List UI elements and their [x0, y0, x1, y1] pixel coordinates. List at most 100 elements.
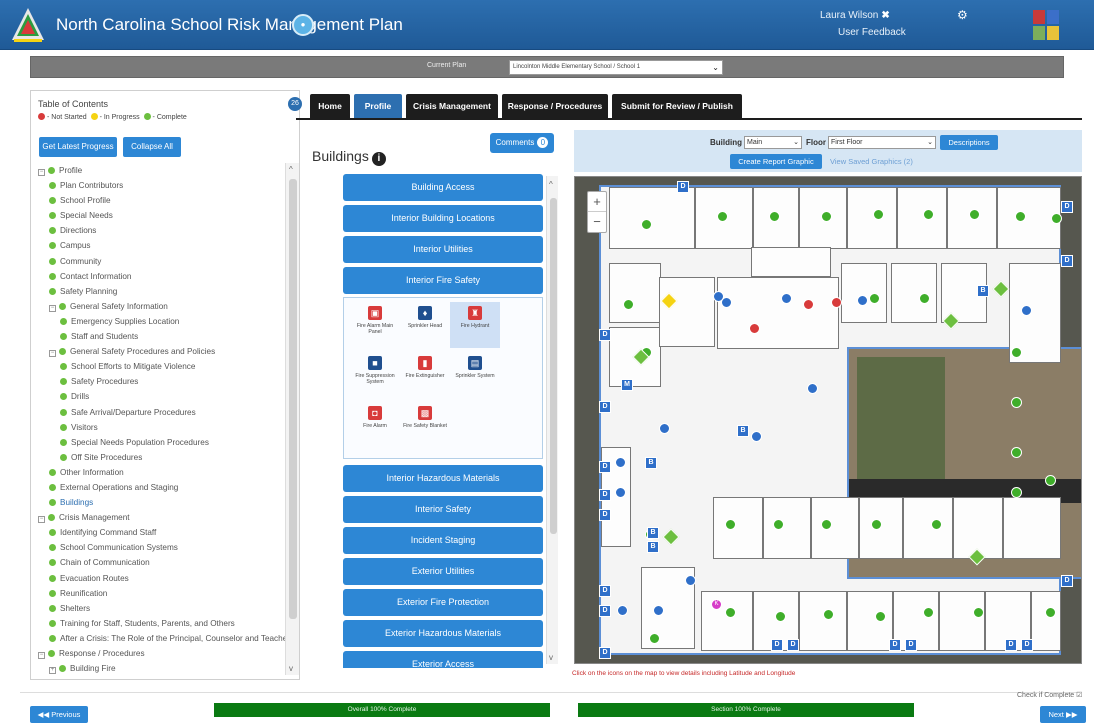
map-marker-hazard-icon[interactable] [803, 299, 814, 310]
map-marker-complete-icon[interactable] [641, 219, 652, 230]
sidebar-item[interactable]: − Response / Procedures [35, 646, 287, 661]
sidebar-item[interactable]: Safety Planning [35, 284, 287, 299]
map-marker-complete-icon[interactable] [973, 607, 984, 618]
sidebar-item[interactable]: Special Needs Population Procedures [35, 435, 287, 450]
logout-icon[interactable]: ✖ [881, 10, 889, 21]
sidebar-item[interactable]: Emergency Supplies Location [35, 314, 287, 329]
door-marker-icon[interactable]: D [599, 509, 611, 521]
check-if-complete[interactable]: Check if Complete ☑ [1017, 691, 1082, 699]
sidebar-item[interactable]: Drills [35, 389, 287, 404]
sidebar-item[interactable]: Visitors [35, 420, 287, 435]
expand-icon[interactable]: + [49, 667, 56, 675]
building-marker-icon[interactable]: B [645, 457, 657, 469]
sidebar-item[interactable]: Plan Contributors [35, 178, 287, 193]
map-marker-complete-icon[interactable] [923, 607, 934, 618]
map-marker-complete-icon[interactable] [769, 211, 780, 222]
map-marker-complete-icon[interactable] [919, 293, 930, 304]
sidebar-item[interactable]: Reunification [35, 586, 287, 601]
user-feedback-link[interactable]: User Feedback [838, 27, 906, 38]
door-marker-icon[interactable]: D [1005, 639, 1017, 651]
plan-select[interactable]: Lincolnton Middle Elementary School / Sc… [509, 60, 723, 75]
scroll-down-icon[interactable]: v [549, 653, 553, 662]
collapse-all-button[interactable]: Collapse All [123, 137, 181, 157]
map-marker-complete-icon[interactable] [1011, 397, 1022, 408]
map-marker-complete-icon[interactable] [775, 611, 786, 622]
sidebar-item[interactable]: Buildings [35, 495, 287, 510]
door-marker-icon[interactable]: D [599, 489, 611, 501]
door-marker-icon[interactable]: D [1061, 575, 1073, 587]
info-icon[interactable]: i [371, 152, 386, 166]
user-name[interactable]: Laura Wilson ✖ [820, 10, 890, 21]
door-marker-icon[interactable]: D [771, 639, 783, 651]
map-marker-diamond-icon[interactable] [992, 280, 1010, 298]
map-marker-hazard-icon[interactable] [749, 323, 760, 334]
map-marker-hazard-icon[interactable] [831, 297, 842, 308]
door-marker-icon[interactable]: D [677, 181, 689, 193]
zoom-in-button[interactable]: + [588, 192, 606, 212]
sidebar-item[interactable]: Identifying Command Staff [35, 525, 287, 540]
map-marker-complete-icon[interactable] [725, 519, 736, 530]
map-marker-complete-icon[interactable] [725, 607, 736, 618]
sidebar-item[interactable]: Chain of Communication [35, 555, 287, 570]
map-marker-complete-icon[interactable] [931, 519, 942, 530]
collapse-icon[interactable]: − [38, 516, 45, 524]
sidebar-item[interactable]: After a Crisis: The Role of the Principa… [35, 631, 287, 646]
sidebar-item[interactable]: School Efforts to Mitigate Violence [35, 359, 287, 374]
map-marker-complete-icon[interactable] [1051, 213, 1062, 224]
floor-select[interactable]: First Floor ⌄ [828, 136, 936, 149]
sidebar-item[interactable]: Training for Staff, Students, Parents, a… [35, 616, 287, 631]
map-marker-info-icon[interactable] [615, 457, 626, 468]
fire-safety-icon-option[interactable]: ▮ Fire Extinguisher [400, 352, 450, 398]
sidebar-item[interactable]: Staff and Students [35, 329, 287, 344]
scroll-up-icon[interactable]: ^ [549, 180, 553, 189]
sidebar-item[interactable]: Community [35, 254, 287, 269]
map-marker-info-icon[interactable] [653, 605, 664, 616]
fire-safety-icon-option[interactable]: ◘ Fire Alarm [350, 402, 400, 448]
gear-icon[interactable]: ⚙ [957, 8, 968, 22]
accordion-scroll-thumb[interactable] [550, 198, 557, 534]
fire-safety-icon-option[interactable]: ■ Fire Suppression System [350, 352, 400, 398]
fire-safety-icon-option[interactable]: ♜ Fire Hydrant [450, 302, 500, 348]
map-marker-complete-icon[interactable] [873, 209, 884, 220]
accordion-item[interactable]: Exterior Fire Protection [343, 589, 543, 616]
language-flags-icon[interactable] [1033, 10, 1059, 40]
map-marker-complete-icon[interactable] [1011, 487, 1022, 498]
door-marker-icon[interactable]: D [599, 585, 611, 597]
fire-safety-icon-option[interactable]: ▤ Sprinkler System [450, 352, 500, 398]
accordion-item[interactable]: Interior Safety [343, 496, 543, 523]
accordion-item[interactable]: Exterior Utilities [343, 558, 543, 585]
building-marker-icon[interactable]: B [977, 285, 989, 297]
map-marker-info-icon[interactable] [857, 295, 868, 306]
door-marker-icon[interactable]: D [599, 647, 611, 659]
map-marker-info-icon[interactable] [617, 605, 628, 616]
map-marker-info-icon[interactable] [659, 423, 670, 434]
sidebar-item[interactable]: + Building Fire [35, 661, 287, 676]
sidebar-item[interactable]: Shelters [35, 601, 287, 616]
sidebar-item[interactable]: − Crisis Management [35, 510, 287, 525]
door-marker-icon[interactable]: D [599, 329, 611, 341]
map-marker-complete-icon[interactable] [649, 633, 660, 644]
building-marker-icon[interactable]: B [737, 425, 749, 437]
accordion-item[interactable]: Interior Utilities [343, 236, 543, 263]
map-marker-info-icon[interactable] [1021, 305, 1032, 316]
fire-safety-icon-option[interactable]: ♦ Sprinkler Head [400, 302, 450, 348]
sidebar-item[interactable]: Contact Information [35, 269, 287, 284]
sidebar-item[interactable]: Campus [35, 238, 287, 253]
sidebar-item[interactable]: Safety Procedures [35, 374, 287, 389]
sidebar-item[interactable]: Special Needs [35, 208, 287, 223]
accordion-item[interactable]: Incident Staging [343, 527, 543, 554]
scroll-up-icon[interactable]: ^ [289, 165, 293, 174]
door-marker-icon[interactable]: D [1061, 201, 1073, 213]
sidebar-item[interactable]: School Profile [35, 193, 287, 208]
sidebar-item[interactable]: External Operations and Staging [35, 480, 287, 495]
map-marker-info-icon[interactable] [807, 383, 818, 394]
accordion-item[interactable]: Exterior Hazardous Materials [343, 620, 543, 647]
view-saved-graphics-link[interactable]: View Saved Graphics (2) [830, 157, 913, 166]
sidebar-item[interactable]: Directions [35, 223, 287, 238]
map-marker-info-icon[interactable] [751, 431, 762, 442]
building-select[interactable]: Main ⌄ [744, 136, 802, 149]
map-marker-complete-icon[interactable] [969, 209, 980, 220]
map-marker-complete-icon[interactable] [875, 611, 886, 622]
accordion-item[interactable]: Interior Building Locations [343, 205, 543, 232]
sidebar-item[interactable]: Safe Arrival/Departure Procedures [35, 405, 287, 420]
